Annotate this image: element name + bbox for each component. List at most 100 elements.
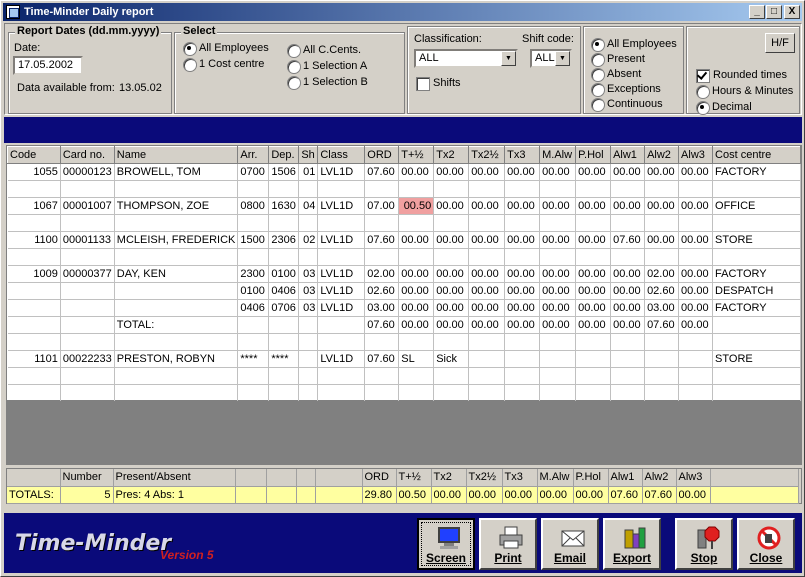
- select-group: Select All Employees 1 Cost centre All C…: [174, 25, 405, 114]
- table-cell: [237, 316, 270, 334]
- table-cell: [468, 248, 506, 266]
- column-header[interactable]: Cost centre: [712, 146, 801, 164]
- print-button[interactable]: Print: [479, 518, 537, 570]
- table-cell: [268, 333, 300, 351]
- table-cell: [539, 367, 577, 385]
- column-header[interactable]: Alw3: [678, 146, 714, 164]
- report-grid[interactable]: Code Card no. Name Arr. Dep. Sh Class ORD T+½ Tx2…: [6, 145, 802, 402]
- data-available-label: Data available from:: [17, 82, 115, 94]
- table-cell: [364, 384, 400, 402]
- radio-presence-all[interactable]: All Employees: [591, 38, 677, 52]
- table-cell: [644, 214, 680, 232]
- table-row[interactable]: TOTAL: 07.60 00.00 00.00 00.00 00.00 00.00 00.0…: [7, 316, 801, 334]
- table-cell: 0100: [237, 282, 270, 300]
- table-row[interactable]: 1067 00001007 THOMPSON, ZOE 0800 1630 04 LVL1D…: [7, 197, 801, 215]
- table-cell: [539, 350, 577, 368]
- column-header[interactable]: ORD: [364, 146, 400, 164]
- totals-header-cell: [710, 469, 799, 487]
- no-entry-icon: [757, 526, 781, 550]
- minimize-button[interactable]: _: [749, 5, 765, 19]
- column-header[interactable]: Class: [317, 146, 366, 164]
- table-row[interactable]: [7, 384, 801, 402]
- table-cell: [575, 180, 612, 198]
- window-title: Time-Minder Daily report: [24, 6, 154, 18]
- data-available-value: 13.05.02: [119, 82, 162, 94]
- table-row[interactable]: 1055 00000123 BROWELL, TOM 0700 1506 01 LVL1D 0…: [7, 163, 801, 181]
- table-cell: 00.00: [433, 197, 470, 215]
- maximize-button[interactable]: □: [766, 5, 782, 19]
- column-header[interactable]: Dep.: [268, 146, 300, 164]
- table-row[interactable]: 0406 0706 03 LVL1D 03.00 00.00 00.00 00.00 00.00…: [7, 299, 801, 317]
- radio-all-employees[interactable]: All Employees: [183, 42, 269, 56]
- table-row[interactable]: 1009 00000377 DAY, KEN 2300 0100 03 LVL1D 02.00…: [7, 265, 801, 283]
- radio-continuous[interactable]: Continuous: [591, 98, 663, 112]
- table-cell: [60, 299, 115, 317]
- table-row[interactable]: [7, 248, 801, 266]
- radio-decimal[interactable]: Decimal: [696, 101, 752, 115]
- date-input[interactable]: 17.05.2002: [13, 56, 83, 75]
- table-cell: 03.00: [644, 299, 680, 317]
- table-row[interactable]: [7, 214, 801, 232]
- table-cell: [114, 248, 239, 266]
- column-header[interactable]: Tx2½: [468, 146, 506, 164]
- column-header[interactable]: Code: [7, 146, 61, 164]
- chevron-down-icon[interactable]: ▼: [555, 51, 570, 66]
- column-header[interactable]: M.Alw: [539, 146, 577, 164]
- totals-header-cell: T+½: [396, 469, 432, 487]
- column-header[interactable]: Sh: [298, 146, 319, 164]
- column-header[interactable]: Alw2: [644, 146, 680, 164]
- radio-exceptions[interactable]: Exceptions: [591, 83, 661, 97]
- column-header[interactable]: T+½: [398, 146, 435, 164]
- screen-button[interactable]: Screen: [417, 518, 475, 570]
- column-header[interactable]: Alw1: [610, 146, 646, 164]
- column-header[interactable]: P.Hol: [575, 146, 612, 164]
- table-cell: [468, 180, 506, 198]
- table-cell: [575, 214, 612, 232]
- rounded-times-checkbox[interactable]: Rounded times: [696, 69, 787, 83]
- table-cell: [398, 214, 435, 232]
- column-header[interactable]: Tx3: [504, 146, 541, 164]
- radio-absent[interactable]: Absent: [591, 68, 641, 82]
- radio-selection-b[interactable]: 1 Selection B: [287, 76, 368, 90]
- table-cell: [712, 333, 801, 351]
- table-cell: [433, 384, 470, 402]
- table-cell: 00.00: [678, 316, 714, 334]
- table-row[interactable]: 1100 00001133 MCLEISH, FREDERICK 1500 2306 02…: [7, 231, 801, 249]
- column-header[interactable]: Card no.: [59, 146, 115, 164]
- table-cell: 00.00: [433, 163, 470, 181]
- table-row[interactable]: 1101 00022233 PRESTON, ROBYN **** **** LVL1D 0…: [7, 350, 801, 368]
- column-header[interactable]: Name: [113, 146, 239, 164]
- column-header[interactable]: Arr.: [237, 146, 270, 164]
- radio-all-cost-centres[interactable]: All C.Cents.: [287, 44, 361, 58]
- close-button[interactable]: Close: [737, 518, 795, 570]
- table-row[interactable]: [7, 367, 801, 385]
- table-cell: [504, 350, 541, 368]
- close-window-button[interactable]: X: [784, 5, 800, 19]
- table-cell: 0406: [237, 299, 270, 317]
- radio-cost-centre[interactable]: 1 Cost centre: [183, 58, 264, 72]
- hf-button[interactable]: H/F: [765, 33, 795, 53]
- radio-selection-a[interactable]: 1 Selection A: [287, 60, 367, 74]
- table-row[interactable]: [7, 180, 801, 198]
- column-header[interactable]: Tx2: [433, 146, 470, 164]
- table-cell: 00.00: [575, 282, 612, 300]
- table-row[interactable]: [7, 333, 801, 351]
- table-cell: [268, 248, 300, 266]
- table-cell: 1101: [7, 350, 61, 368]
- email-button[interactable]: Email: [541, 518, 599, 570]
- table-cell: [364, 333, 400, 351]
- export-button[interactable]: Export: [603, 518, 661, 570]
- radio-hours-minutes[interactable]: Hours & Minutes: [696, 85, 793, 99]
- table-cell: [60, 214, 115, 232]
- stop-button[interactable]: Stop: [675, 518, 733, 570]
- chevron-down-icon[interactable]: ▼: [501, 51, 516, 66]
- table-cell: [433, 248, 470, 266]
- classification-select[interactable]: ALL ▼: [414, 49, 518, 68]
- radio-present[interactable]: Present: [591, 53, 645, 67]
- shift-code-select[interactable]: ALL ▼: [530, 49, 572, 68]
- table-cell: [7, 333, 61, 351]
- shifts-checkbox[interactable]: Shifts: [416, 77, 461, 91]
- table-cell: LVL1D: [317, 265, 366, 283]
- totals-header-cell: Alw3: [676, 469, 711, 487]
- table-row[interactable]: 0100 0406 03 LVL1D 02.60 00.00 00.00 00.00 00.00…: [7, 282, 801, 300]
